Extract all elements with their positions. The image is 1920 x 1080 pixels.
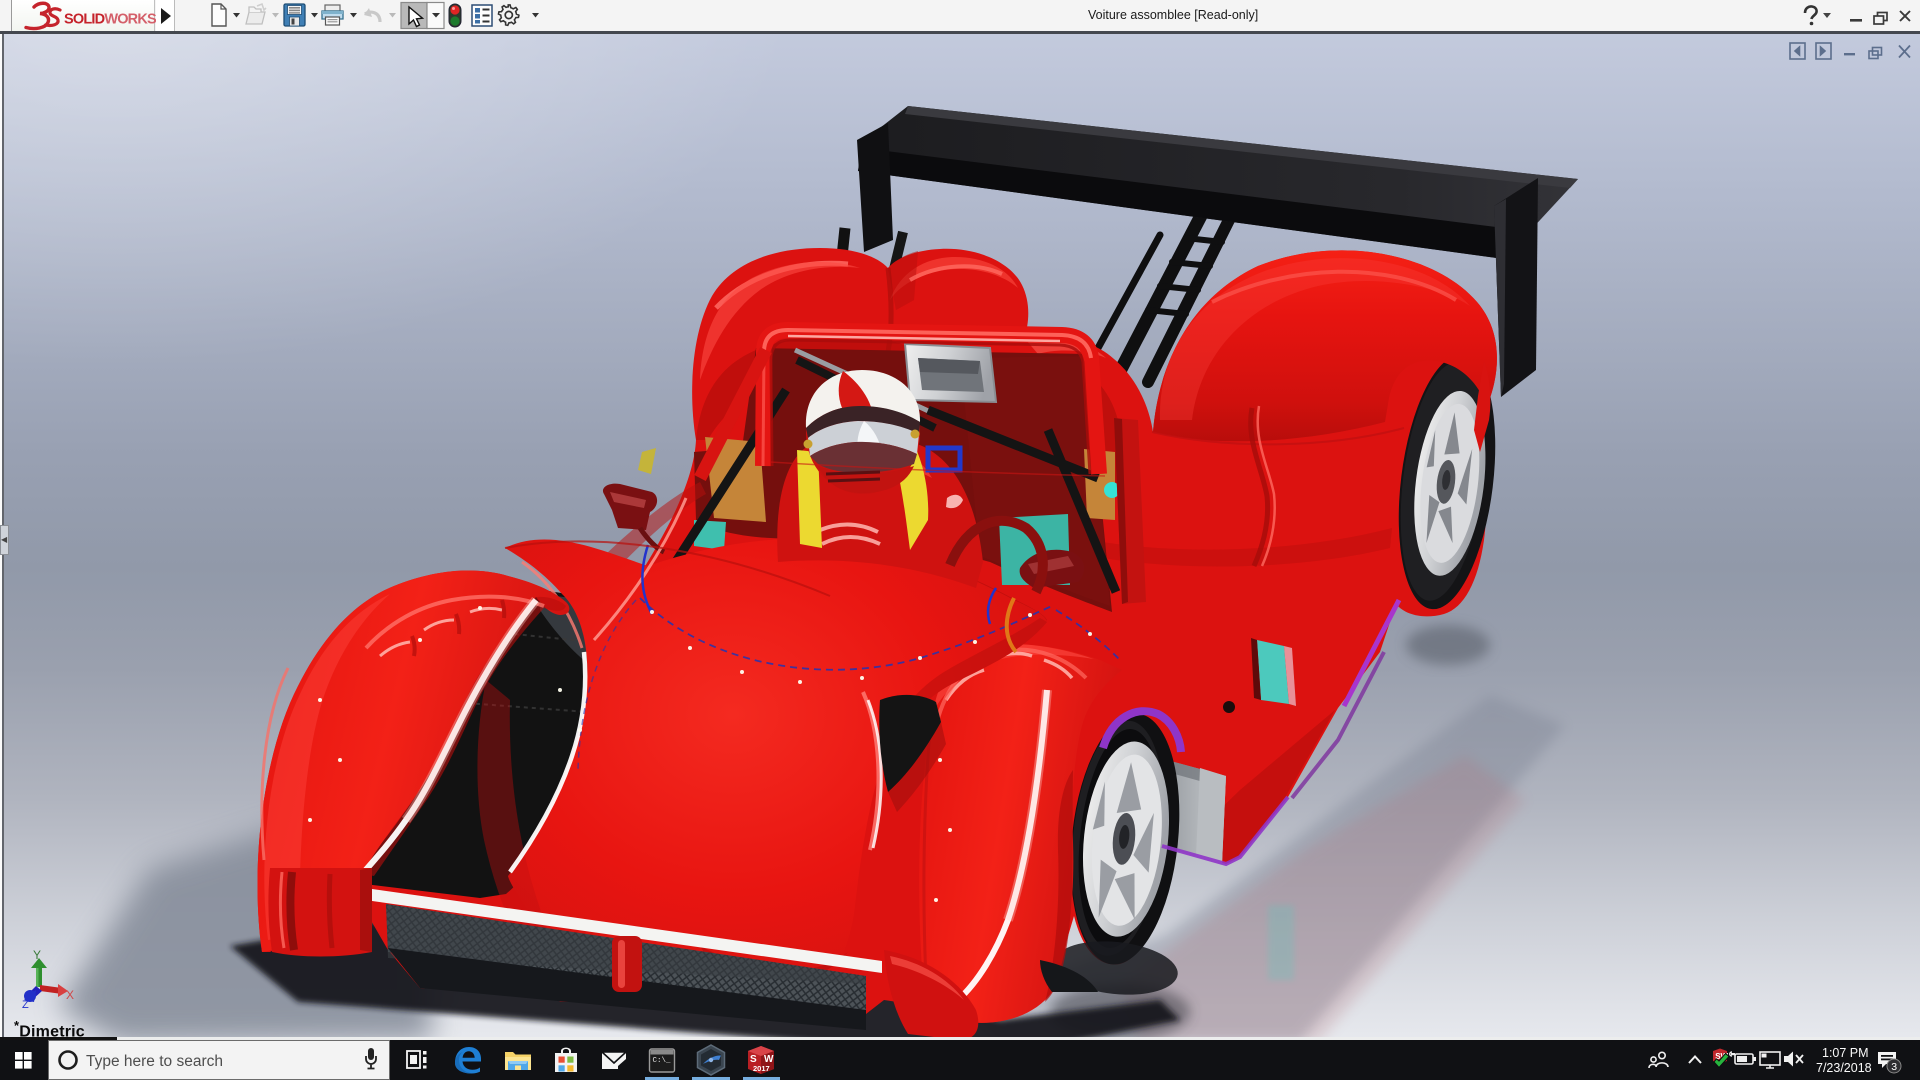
svg-text:Type here to search: Type here to search: [86, 1053, 223, 1070]
svg-text:7/23/2018: 7/23/2018: [1816, 1061, 1872, 1075]
svg-text:SOLIDWORKS: SOLIDWORKS: [64, 12, 157, 28]
svg-text:1:07 PM: 1:07 PM: [1822, 1046, 1869, 1060]
svg-text:2017: 2017: [753, 1064, 770, 1073]
svg-text:C:\_: C:\_: [653, 1057, 672, 1065]
svg-text:Z: Z: [22, 999, 29, 1011]
svg-text:X: X: [66, 988, 74, 1002]
svg-text:3: 3: [1891, 1061, 1897, 1073]
